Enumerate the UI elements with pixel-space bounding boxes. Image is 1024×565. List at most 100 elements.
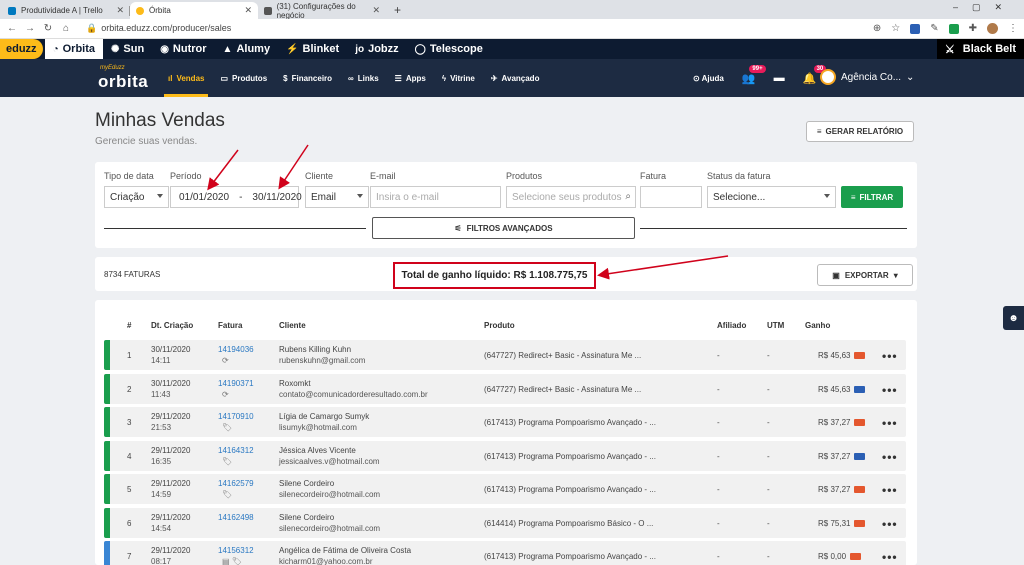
- extension-icon[interactable]: [948, 23, 959, 34]
- close-icon[interactable]: ✕: [116, 5, 124, 16]
- row-actions-icon[interactable]: •••: [882, 550, 898, 564]
- invoice-input[interactable]: [640, 186, 702, 208]
- puzzle-icon[interactable]: ✚: [969, 23, 977, 34]
- product-sun[interactable]: ✺ Sun: [103, 39, 152, 59]
- close-icon[interactable]: ✕: [244, 5, 252, 16]
- account-menu[interactable]: Agência Co... ⌄: [820, 69, 914, 85]
- forward-icon[interactable]: →: [24, 23, 36, 34]
- menu-vitrine[interactable]: ϟ Vitrine: [434, 59, 483, 97]
- blinket-icon: ⚡: [286, 43, 299, 55]
- table-row[interactable]: 4 29/11/2020 16:35 14164312 🏷 Jéssica Alves V…: [104, 440, 906, 471]
- invoice-link[interactable]: 14162498: [218, 513, 254, 522]
- black-belt-link[interactable]: ⚔ Black Belt: [936, 39, 1024, 59]
- menu-dots-icon[interactable]: ⋮: [1008, 23, 1018, 34]
- client-name: Rubens Killing Kuhn: [279, 345, 352, 354]
- card-icon: [854, 385, 866, 393]
- table-row[interactable]: 2 30/11/2020 11:43 14190371 ⟳ Roxomkt contato@…: [104, 373, 906, 404]
- browser-tab-trello[interactable]: Produtividade A | Trello ✕: [2, 2, 130, 19]
- row-actions-icon[interactable]: •••: [882, 517, 898, 531]
- row-actions-icon[interactable]: •••: [882, 416, 898, 430]
- new-tab-icon[interactable]: +: [394, 3, 401, 17]
- users-icon[interactable]: 👥 99+: [742, 64, 766, 85]
- invoice-link[interactable]: 14164312: [218, 446, 254, 455]
- page-subtitle: Gerencie suas vendas.: [95, 136, 198, 147]
- client-select[interactable]: Email: [305, 186, 369, 208]
- chat-icon[interactable]: ▬: [774, 72, 785, 84]
- date-from[interactable]: 01/01/2020: [179, 192, 229, 203]
- eduzz-logo[interactable]: eduzz: [0, 39, 43, 59]
- export-button[interactable]: ▣ EXPORTAR ▾: [817, 264, 913, 286]
- row-actions-icon[interactable]: •••: [882, 483, 898, 497]
- col-header-affiliate[interactable]: Afiliado: [717, 321, 746, 330]
- client-name: Silene Cordeiro: [279, 479, 335, 488]
- reload-icon[interactable]: ↻: [42, 23, 54, 34]
- url-field[interactable]: 🔒 orbita.eduzz.com/producer/sales: [86, 23, 231, 34]
- product-alumy[interactable]: ▲ Alumy: [215, 39, 279, 59]
- product-jobzz[interactable]: jo Jobzz: [347, 39, 406, 59]
- product-blinket[interactable]: ⚡ Blinket: [278, 39, 347, 59]
- table-row[interactable]: 3 29/11/2020 21:53 14170910 🏷 Lígia de Camarg…: [104, 407, 906, 437]
- table-row[interactable]: 1 30/11/2020 14:11 14194036 ⟳ Rubens Killing …: [104, 340, 906, 370]
- row-time: 14:54: [151, 523, 172, 533]
- email-input[interactable]: Insira o e-mail: [370, 186, 501, 208]
- invoice-link[interactable]: 14190371: [218, 379, 254, 388]
- product-nutror[interactable]: ◉ Nutror: [152, 39, 214, 59]
- menu-links[interactable]: ∞ Links: [340, 59, 387, 97]
- products-bar: eduzz ◔ Orbita ✺ Sun ◉ Nutror ▲ Alumy ⚡ Blink…: [0, 39, 1024, 59]
- status-select[interactable]: Selecione...: [707, 186, 836, 208]
- date-type-select[interactable]: Criação: [104, 186, 169, 208]
- product-orbita[interactable]: ◔ Orbita: [44, 39, 104, 59]
- client-name: Lígia de Camargo Sumyk: [279, 412, 370, 421]
- profile-avatar[interactable]: [987, 23, 998, 34]
- menu-vendas[interactable]: ıl Vendas: [160, 59, 212, 97]
- col-header-utm[interactable]: UTM: [767, 321, 784, 330]
- menu-avancado[interactable]: ✈ Avançado: [483, 59, 548, 97]
- advanced-filters-button[interactable]: ⚟ FILTROS AVANÇADOS: [372, 217, 635, 239]
- product-telescope[interactable]: ◯ Telescope: [407, 39, 491, 59]
- pen-icon[interactable]: ✎: [930, 23, 938, 34]
- row-actions-icon[interactable]: •••: [882, 383, 898, 397]
- invoice-link[interactable]: 14170910: [218, 412, 254, 421]
- invoice-link[interactable]: 14194036: [218, 345, 254, 354]
- help-link[interactable]: ⊙ Ajuda: [693, 74, 724, 83]
- col-header-client[interactable]: Cliente: [279, 321, 306, 330]
- summary-bar: 8734 FATURAS Total de ganho líquido: R$ …: [95, 257, 917, 291]
- support-chat-button[interactable]: ☻: [1003, 306, 1024, 330]
- menu-financeiro[interactable]: $ Financeiro: [275, 59, 340, 97]
- col-header-gain[interactable]: Ganho: [805, 321, 830, 330]
- chat-bubble-icon: ☻: [1008, 312, 1019, 324]
- orbita-logo[interactable]: myEduzz orbita: [98, 59, 158, 97]
- row-actions-icon[interactable]: •••: [882, 450, 898, 464]
- close-icon[interactable]: ✕: [372, 5, 380, 16]
- browser-tab-config[interactable]: (31) Configurações do negócio ✕: [258, 2, 386, 20]
- generate-report-button[interactable]: ≡ GERAR RELATÓRIO: [806, 121, 914, 142]
- back-icon[interactable]: ←: [6, 23, 18, 34]
- date-to[interactable]: 30/11/2020: [252, 192, 301, 203]
- table-row[interactable]: 6 29/11/2020 14:54 14162498 Silene Cordeiro s…: [104, 507, 906, 538]
- menu-produtos[interactable]: ▭ Produtos: [212, 59, 275, 97]
- star-icon[interactable]: ☆: [891, 23, 900, 34]
- menu-apps[interactable]: ☰ Apps: [387, 59, 434, 97]
- period-range[interactable]: 01/01/2020 - 30/11/2020: [170, 186, 302, 208]
- bell-icon[interactable]: 🔔 30: [803, 64, 827, 85]
- table-row[interactable]: 5 29/11/2020 14:59 14162579 🏷 Silene Cordeiro…: [104, 474, 906, 504]
- products-select[interactable]: Selecione seus produtos ⌕: [506, 186, 636, 208]
- home-icon[interactable]: ⌂: [60, 23, 72, 34]
- col-header-invoice[interactable]: Fatura: [218, 321, 242, 330]
- invoice-link[interactable]: 14156312: [218, 546, 254, 555]
- invoice-link[interactable]: 14162579: [218, 479, 254, 488]
- row-number: 6: [127, 518, 132, 528]
- card-icon: [854, 486, 866, 494]
- table-row[interactable]: 7 29/11/2020 08:17 14156312 ▤ 🏷 Angélica de F…: [104, 541, 906, 565]
- extension-icon[interactable]: [910, 23, 921, 34]
- col-header-date[interactable]: Dt. Criação: [151, 321, 193, 330]
- utm: -: [767, 418, 770, 427]
- browser-tab-orbita[interactable]: Órbita ✕: [130, 2, 258, 19]
- window-controls[interactable]: –▢✕: [953, 2, 1016, 13]
- row-actions-icon[interactable]: •••: [882, 349, 898, 363]
- orbita-icon: [136, 6, 144, 15]
- filter-button[interactable]: ≡ FILTRAR: [841, 186, 903, 208]
- col-header-product[interactable]: Produto: [484, 321, 515, 330]
- affiliate: -: [717, 485, 720, 494]
- zoom-icon[interactable]: ⊕: [873, 23, 881, 34]
